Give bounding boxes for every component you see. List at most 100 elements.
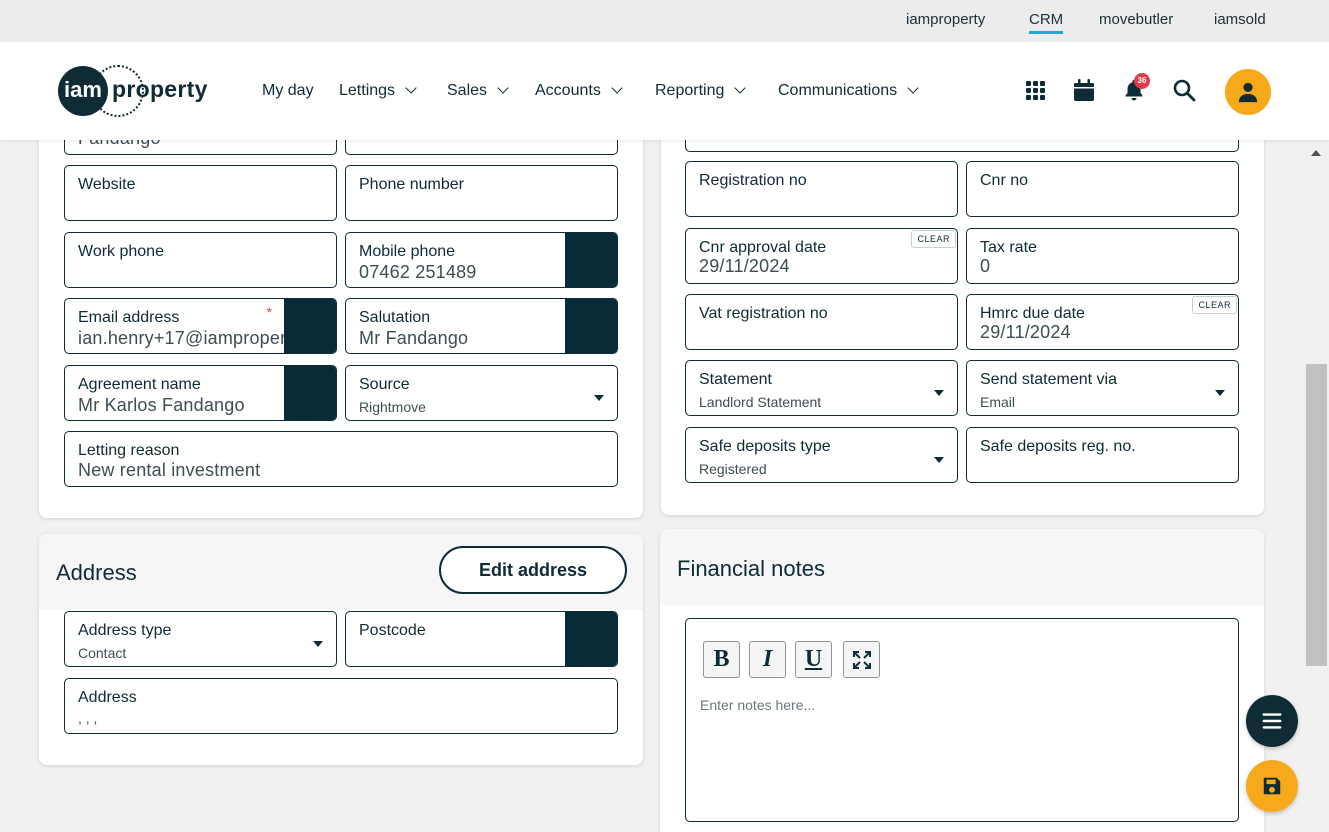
mobile-phone-value: 07462 251489 [359,262,477,282]
dropdown-caret-icon [934,390,944,396]
email-field[interactable]: Email address * ian.henry+17@iamproperty… [64,298,337,354]
nav-sales-label: Sales [447,82,488,99]
chevron-down-icon [405,82,417,94]
financial-notes-editor[interactable]: B I U Enter notes here... [685,618,1239,822]
cnr-approval-date-value: 29/11/2024 [699,256,790,276]
registration-no-field[interactable]: Registration no [685,161,958,217]
safe-deposits-type-label: Safe deposits type [699,438,831,455]
hamburger-menu-icon [1262,713,1282,729]
nav-communications-label: Communications [778,82,898,99]
agreement-name-action-button[interactable] [284,366,336,420]
brand-link-iamsold[interactable]: iamsold [1214,11,1266,28]
chevron-down-icon [497,82,509,94]
phone-number-label: Phone number [359,176,464,193]
nav-my-day[interactable]: My day [262,82,314,100]
cnr-approval-date-field[interactable]: Cnr approval date 29/11/2024 CLEAR [685,228,958,284]
salutation-label: Salutation [359,309,431,326]
website-field[interactable]: Website [64,165,337,221]
main-navbar: iam property My day Lettings Sales Accou… [0,42,1329,140]
agreement-name-label: Agreement name [78,376,201,393]
salutation-action-button[interactable] [565,299,617,353]
scrollbar-thumb[interactable] [1306,364,1327,666]
address-type-select[interactable]: Address type Contact [64,611,337,667]
nav-accounts-label: Accounts [535,82,601,99]
safe-deposits-type-value: Registered [699,461,767,477]
nav-sales[interactable]: Sales [447,82,509,100]
underline-button[interactable]: U [795,641,832,678]
edit-address-button[interactable]: Edit address [439,546,627,594]
cnr-no-field[interactable]: Cnr no [966,161,1239,217]
cnr-approval-date-clear-button[interactable]: CLEAR [911,230,956,248]
nav-communications[interactable]: Communications [778,82,919,100]
letting-reason-field[interactable]: Letting reason New rental investment [64,431,618,487]
source-value: Rightmove [359,399,426,415]
scroll-up-arrow-icon[interactable] [1311,150,1321,156]
email-action-button[interactable] [284,299,336,353]
address-field[interactable]: Address , , , [64,678,618,734]
chevron-down-icon [611,82,623,94]
mobile-phone-action-button[interactable] [565,233,617,287]
fullscreen-button[interactable] [843,641,880,678]
menu-fab[interactable] [1246,695,1298,747]
postcode-lookup-button[interactable] [565,612,617,666]
mobile-phone-label: Mobile phone [359,243,456,260]
hmrc-due-date-field[interactable]: Hmrc due date 29/11/2024 CLEAR [966,294,1239,350]
nav-lettings-label: Lettings [339,82,396,99]
email-label: Email address [78,309,180,326]
dropdown-caret-icon [594,395,604,401]
apps-grid-icon[interactable] [1023,78,1047,102]
cnr-approval-date-label: Cnr approval date [699,239,827,256]
registration-no-label: Registration no [699,172,807,189]
safe-deposits-type-select[interactable]: Safe deposits type Registered [685,427,958,483]
iamproperty-logo[interactable]: iam property [58,65,208,118]
dropdown-caret-icon [1215,390,1225,396]
brand-bar: iamproperty CRM movebutler iamsold [0,0,1329,42]
user-avatar[interactable] [1225,69,1271,115]
brand-link-iamproperty[interactable]: iamproperty [906,11,985,28]
postcode-field[interactable]: Postcode [345,611,618,667]
safe-deposits-reg-no-field[interactable]: Safe deposits reg. no. [966,427,1239,483]
vat-registration-no-field[interactable]: Vat registration no [685,294,958,350]
tax-rate-field[interactable]: Tax rate 0 [966,228,1239,284]
hmrc-due-date-clear-button[interactable]: CLEAR [1192,296,1237,314]
search-icon[interactable] [1172,78,1196,102]
agreement-name-field[interactable]: Agreement name Mr Karlos Fandango [64,365,337,421]
nav-my-day-label: My day [262,82,314,99]
letting-reason-label: Letting reason [78,442,180,459]
dropdown-caret-icon [313,641,323,647]
send-statement-via-select[interactable]: Send statement via Email [966,360,1239,416]
brand-link-crm[interactable]: CRM [1029,11,1064,34]
logo-mark: iam [58,66,108,116]
mobile-phone-field[interactable]: Mobile phone 07462 251489 [345,232,618,288]
calendar-icon[interactable] [1072,78,1096,102]
logo-text: property [112,76,208,102]
user-icon [1238,82,1258,103]
work-phone-label: Work phone [78,243,164,260]
address-card-title: Address [56,560,137,585]
address-value: , , , [78,710,98,726]
bold-button[interactable]: B [703,641,740,678]
salutation-field[interactable]: Salutation Mr Fandango [345,298,618,354]
notification-badge: 36 [1134,73,1150,89]
page-scrollbar[interactable] [1304,140,1329,832]
phone-number-field[interactable]: Phone number [345,165,618,221]
nav-reporting[interactable]: Reporting [655,82,747,100]
work-phone-field[interactable]: Work phone [64,232,337,288]
hmrc-due-date-label: Hmrc due date [980,305,1085,322]
source-select[interactable]: Source Rightmove [345,365,618,421]
statement-label: Statement [699,371,772,388]
italic-button[interactable]: I [749,641,786,678]
tax-rate-value: 0 [980,256,991,276]
save-fab[interactable] [1246,760,1298,812]
safe-deposits-reg-no-label: Safe deposits reg. no. [980,438,1136,455]
statement-select[interactable]: Statement Landlord Statement [685,360,958,416]
notes-placeholder: Enter notes here... [700,697,816,713]
address-type-value: Contact [78,645,127,661]
required-marker: * [266,304,272,320]
vat-registration-no-label: Vat registration no [699,305,828,322]
brand-link-movebutler[interactable]: movebutler [1099,11,1173,28]
financial-notes-title: Financial notes [677,556,825,581]
nav-accounts[interactable]: Accounts [535,82,623,100]
nav-lettings[interactable]: Lettings [339,82,417,100]
send-statement-via-value: Email [980,394,1016,410]
